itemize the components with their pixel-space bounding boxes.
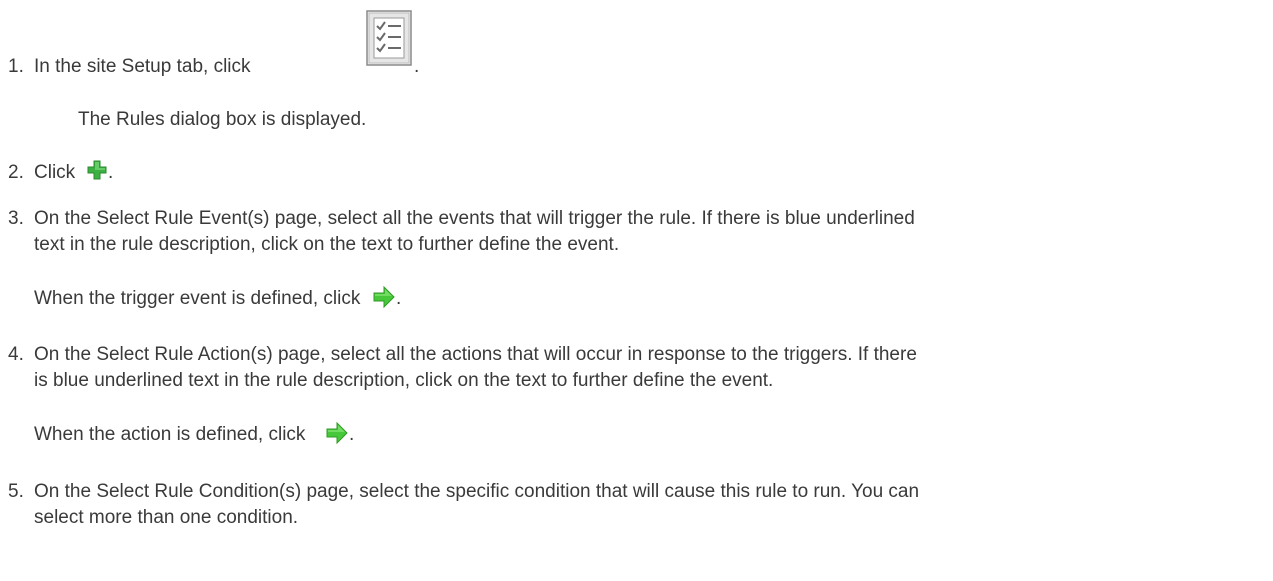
- next-arrow-icon[interactable]: [372, 285, 396, 309]
- add-plus-icon[interactable]: [87, 160, 107, 180]
- step-number: 5.: [8, 481, 24, 502]
- step-number: 2.: [8, 162, 24, 183]
- step-3-followup-period: .: [396, 288, 402, 309]
- step-1-text: In the site Setup tab, click: [34, 54, 251, 80]
- next-arrow-icon[interactable]: [325, 421, 349, 445]
- step-4-line-2: is blue underlined text in the rule desc…: [34, 370, 774, 391]
- procedure-page: { "steps": [ { "number": "1.", "text_bef…: [0, 0, 1273, 581]
- step-1-result: The Rules dialog box is displayed.: [78, 109, 367, 130]
- step-3-line-2: text in the rule description, click on t…: [34, 234, 620, 255]
- step-4-followup-period: .: [349, 424, 355, 445]
- step-2-period: .: [108, 162, 114, 183]
- rules-checklist-icon[interactable]: [366, 10, 412, 66]
- step-2-instruction: Click: [34, 162, 76, 183]
- step-5-line-2: select more than one condition.: [34, 507, 299, 528]
- step-4-line-1: On the Select Rule Action(s) page, selec…: [34, 344, 917, 365]
- step-1-instruction: In the site Setup tab, click: [34, 56, 251, 77]
- step-number: 4.: [8, 344, 24, 365]
- step-number: 3.: [8, 208, 24, 229]
- step-5-line-1: On the Select Rule Condition(s) page, se…: [34, 481, 920, 502]
- step-4-followup: When the action is defined, click: [34, 424, 306, 445]
- step-3-line-1: On the Select Rule Event(s) page, select…: [34, 208, 915, 229]
- step-3-followup: When the trigger event is defined, click: [34, 288, 361, 309]
- step-number: 1.: [8, 56, 24, 77]
- step-1-period: .: [414, 56, 420, 77]
